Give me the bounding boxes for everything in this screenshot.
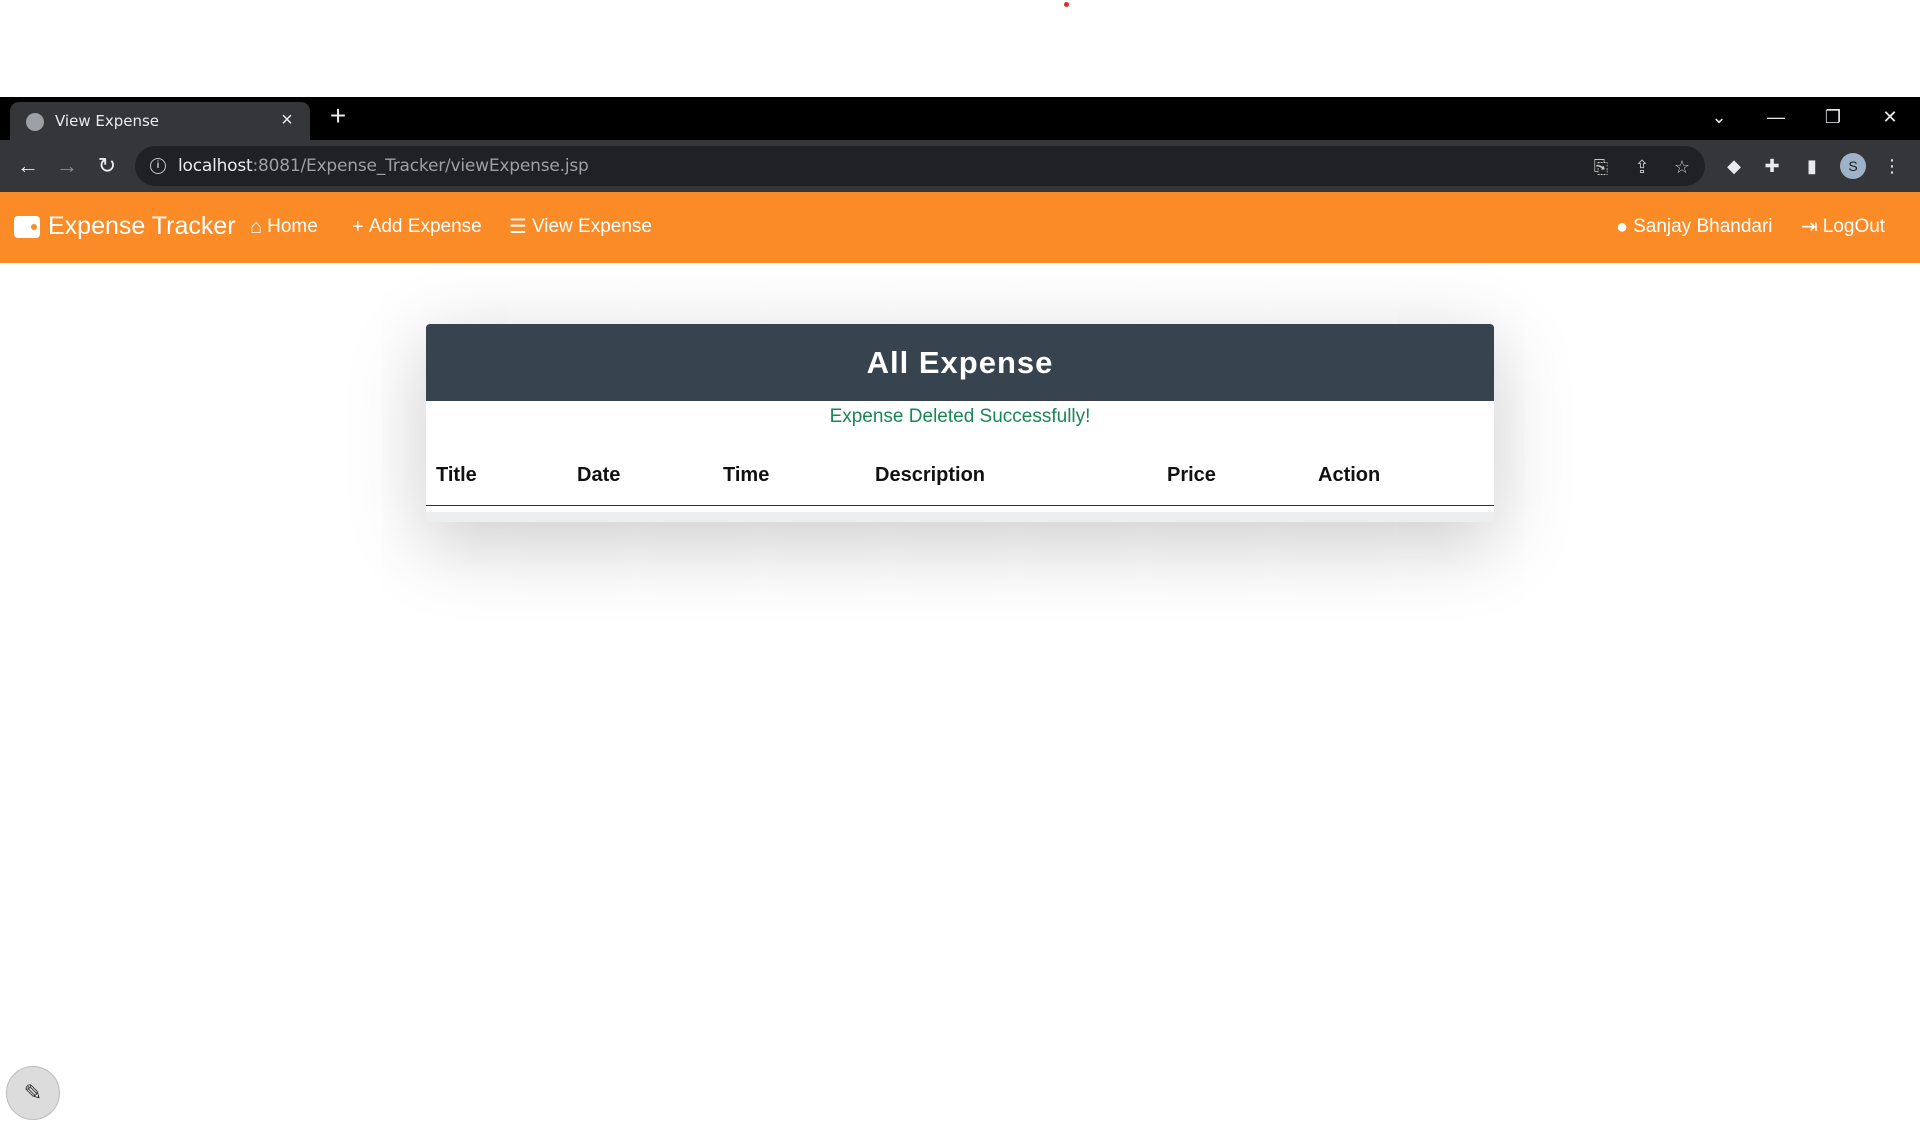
- browser-tab-strip: View Expense ×: [0, 97, 1920, 140]
- nav-add-expense[interactable]: + Add Expense: [352, 216, 482, 238]
- card-title: All Expense: [426, 324, 1494, 401]
- more-menu-icon[interactable]: ⋮: [1880, 154, 1904, 178]
- app-navbar: Expense Tracker ⌂ Home + Add Expense ☰ V…: [0, 192, 1920, 263]
- nav-view-expense[interactable]: ☰ View Expense: [509, 216, 652, 238]
- nav-logout-label: LogOut: [1822, 216, 1886, 237]
- plus-icon: +: [352, 216, 364, 238]
- column-header-time: Time: [723, 464, 770, 486]
- tab-close-button[interactable]: ×: [276, 109, 298, 132]
- nav-home-label: Home: [267, 216, 318, 237]
- info-icon[interactable]: i: [150, 158, 166, 174]
- success-message: Expense Deleted Successfully!: [829, 406, 1091, 427]
- tab-search-icon[interactable]: ⌄: [1696, 104, 1742, 130]
- card-footer: [426, 512, 1494, 522]
- nav-user[interactable]: ● Sanjay Bhandari: [1616, 216, 1773, 238]
- nav-home[interactable]: ⌂ Home: [250, 216, 318, 238]
- table-header-row: Title Date Time Description Price Action: [426, 464, 1494, 506]
- column-header-description: Description: [875, 464, 986, 486]
- logout-icon: ⇥: [1801, 216, 1818, 238]
- bookmark-star-icon[interactable]: ☆: [1671, 156, 1693, 178]
- profile-avatar[interactable]: S: [1840, 153, 1866, 179]
- restore-button[interactable]: ❐: [1810, 104, 1856, 130]
- nav-logout[interactable]: ⇥ LogOut: [1801, 216, 1885, 238]
- recording-dot: [1064, 2, 1069, 7]
- column-header-action: Action: [1318, 464, 1381, 486]
- user-circle-icon: ●: [1616, 216, 1629, 238]
- minimize-button[interactable]: —: [1753, 104, 1799, 130]
- list-icon: ☰: [509, 216, 527, 238]
- extensions-puzzle-icon[interactable]: ✚: [1760, 154, 1784, 178]
- url-text[interactable]: localhost:8081/Expense_Tracker/viewExpen…: [178, 156, 589, 176]
- top-strip: [0, 0, 1920, 97]
- nav-add-expense-label: Add Expense: [368, 216, 482, 237]
- back-icon[interactable]: ←: [14, 152, 42, 180]
- side-panel-icon[interactable]: ▮: [1800, 154, 1824, 178]
- nav-view-expense-label: View Expense: [531, 216, 652, 237]
- browser-tab[interactable]: View Expense ×: [10, 102, 310, 140]
- extension-app-icon[interactable]: ◆: [1722, 154, 1746, 178]
- share-icon[interactable]: ⇪: [1631, 156, 1653, 178]
- tab-title: View Expense: [55, 112, 160, 130]
- globe-icon: [26, 113, 44, 131]
- forward-icon[interactable]: →: [53, 152, 81, 180]
- annotation-pen-icon[interactable]: ✎: [6, 1066, 60, 1120]
- new-tab-button[interactable]: +: [325, 101, 351, 131]
- column-header-title: Title: [436, 464, 477, 486]
- home-icon: ⌂: [250, 216, 263, 238]
- column-header-date: Date: [577, 464, 621, 486]
- nav-user-label: Sanjay Bhandari: [1633, 216, 1773, 237]
- column-header-price: Price: [1167, 464, 1216, 486]
- reload-icon[interactable]: ↻: [93, 152, 121, 180]
- brand-text: Expense Tracker: [48, 212, 236, 240]
- wallet-icon: [14, 215, 40, 238]
- translate-icon[interactable]: ⎘: [1590, 156, 1612, 178]
- address-bar[interactable]: i localhost:8081/Expense_Tracker/viewExp…: [135, 146, 1705, 186]
- brand-link[interactable]: Expense Tracker: [14, 212, 236, 241]
- close-window-button[interactable]: ✕: [1867, 104, 1913, 130]
- expense-card: All Expense Expense Deleted Successfully…: [426, 324, 1494, 522]
